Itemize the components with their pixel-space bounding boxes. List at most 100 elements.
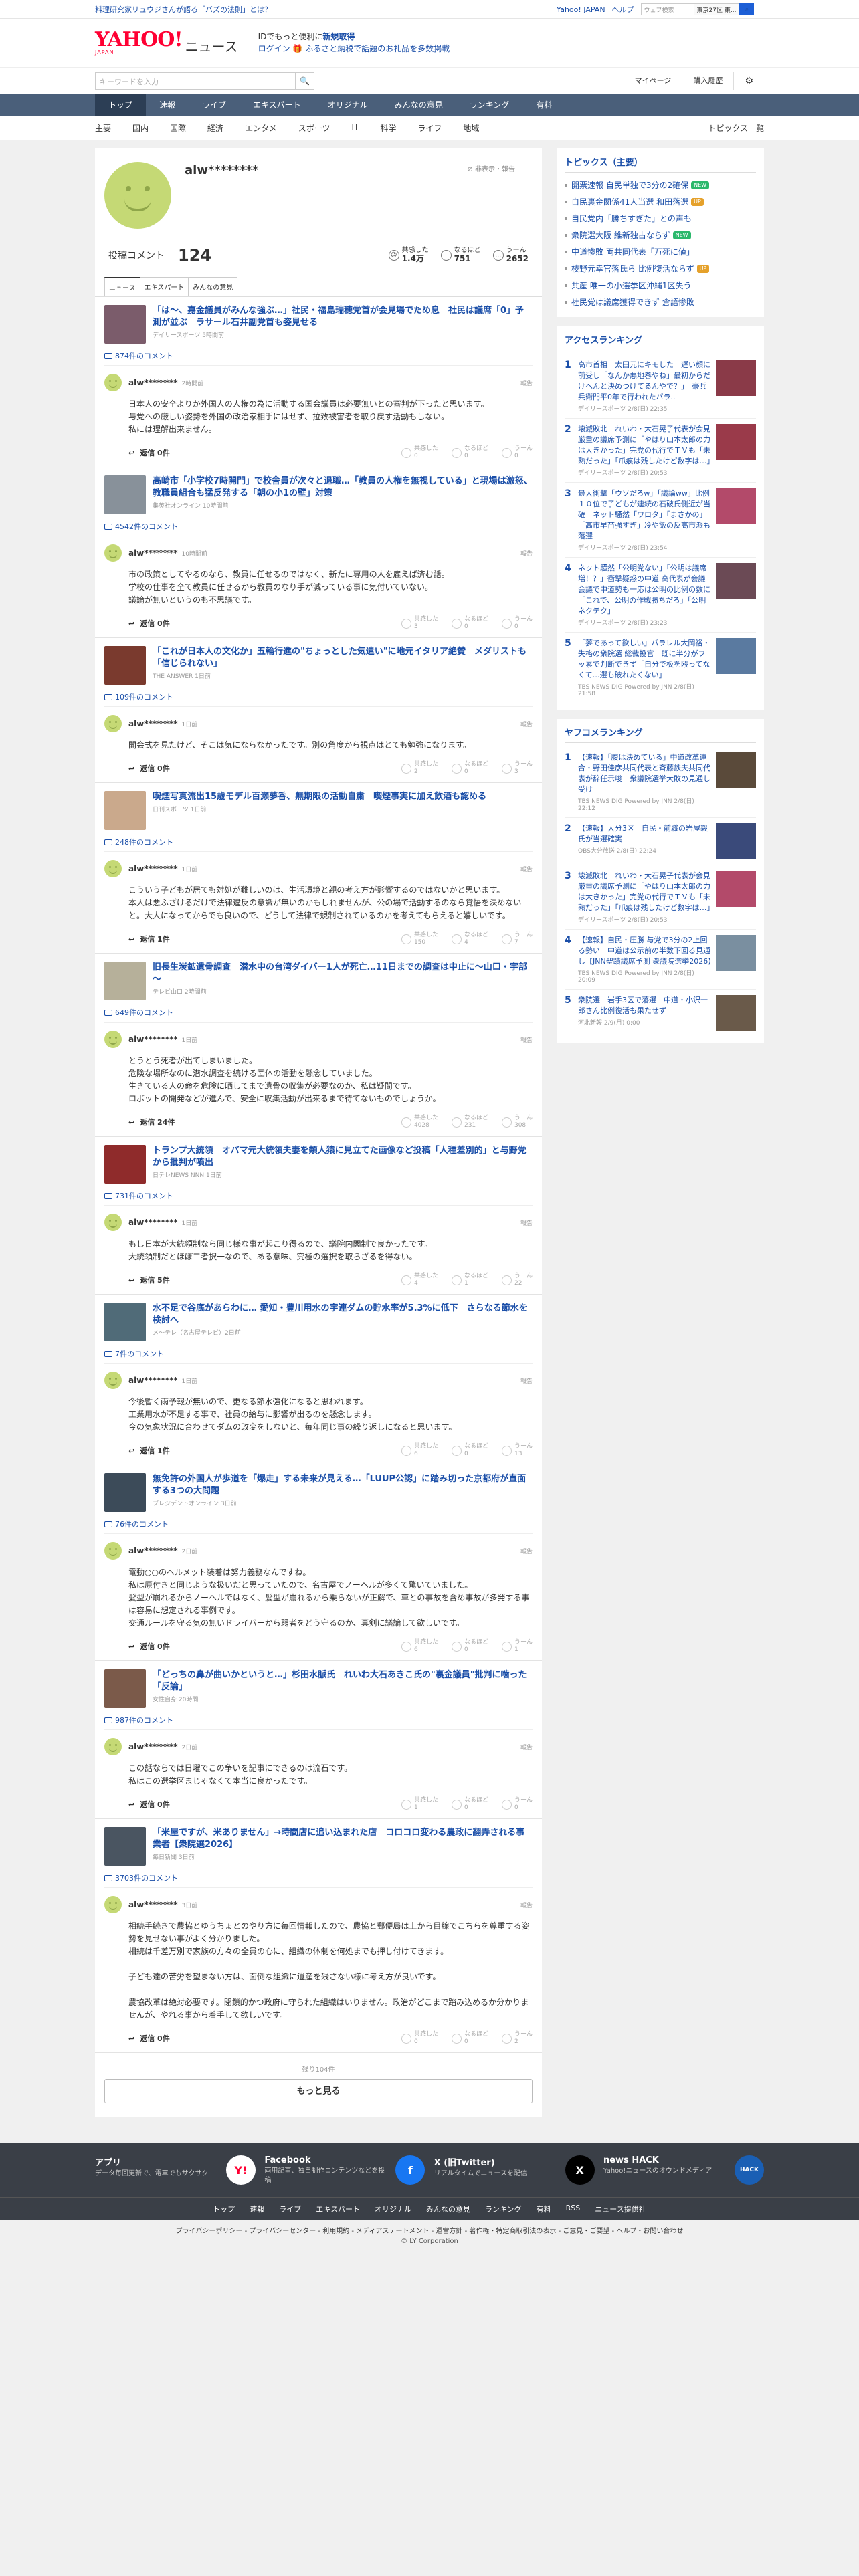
promo-link[interactable]: 料理研究家リュウジさんが語る「バズの法則」とは？ bbox=[95, 4, 272, 15]
naruhodo-button[interactable]: なるほど 0 bbox=[451, 1443, 488, 1458]
nav-item-6[interactable]: ランキング bbox=[456, 94, 523, 116]
location-select[interactable]: 東京27区 東... bbox=[694, 3, 740, 15]
comment-count-link[interactable]: 731件のコメント bbox=[104, 1190, 533, 1201]
mypage-button[interactable]: マイページ bbox=[623, 72, 682, 90]
comment-count-link[interactable]: 987件のコメント bbox=[104, 1715, 533, 1725]
comment-count-link[interactable]: 4542件のコメント bbox=[104, 521, 533, 532]
report-link[interactable]: 報告 bbox=[520, 1218, 533, 1227]
report-link[interactable]: 報告 bbox=[520, 1035, 533, 1044]
ranking-item[interactable]: 4 【速報】自民・圧勝 与党で3分の2上回る勢い 中道は公示前の半数下回る見通し【… bbox=[565, 930, 756, 990]
rank-title[interactable]: 壊滅敗北 れいわ・大石晃子代表が会見 厳重の議席予測に「やはり山本太郎の力は大き… bbox=[578, 424, 718, 467]
comment-count-link[interactable]: 649件のコメント bbox=[104, 1007, 533, 1018]
ranking-item[interactable]: 5 衆院選 岩手3区で落選 中道・小沢一郎さん比例復活も果たせず 河北新報 2/9(… bbox=[565, 990, 756, 1037]
ranking-item[interactable]: 1 【速報】「腹は決めている」中道改革連合・野田佳彦共同代表と斉藤鉄夫共同代表が辞… bbox=[565, 747, 756, 818]
footer-nav-item[interactable]: 有料 bbox=[537, 2204, 551, 2214]
article-title[interactable]: 「どっちの鼻が曲いかというと…」杉田水脈氏 れいわ大石あきこ氏の"裏金議員"批判… bbox=[153, 1669, 533, 1693]
naruhodo-button[interactable]: なるほど 0 bbox=[451, 616, 488, 631]
rank-title[interactable]: 「夢であって欲しい」パラレル大岡裕・失格の衆院選 総裁投官 既に半分がフッ素で判… bbox=[578, 638, 712, 681]
rank-title[interactable]: 衆院選 岩手3区で落選 中道・小沢一郎さん比例復活も果たせず bbox=[578, 995, 712, 1016]
article-title[interactable]: 無免許の外国人が歩道を「爆走」する未来が見える…「LUUP公認」に踏み切った京都… bbox=[153, 1473, 533, 1497]
footer-nav-item[interactable]: ライブ bbox=[279, 2204, 301, 2214]
rank-title[interactable]: 壊滅敗北 れいわ・大石晃子代表が会見 厳重の議席予測に「やはり山本太郎の力は大き… bbox=[578, 871, 718, 914]
empathy-button[interactable]: 共感した 0 bbox=[401, 2031, 438, 2046]
footer-nav-item[interactable]: エキスパート bbox=[316, 2204, 360, 2214]
article-title[interactable]: 旧長生炭鉱遺骨調査 潜水中の台湾ダイバー1人が死亡…11日までの調査は中止に～山… bbox=[153, 962, 533, 986]
uun-button[interactable]: うーん 0 bbox=[501, 1797, 533, 1812]
article-title[interactable]: 水不足で谷底があらわに… 愛知・豊川用水の宇連ダムの貯水率が5.3%に低下 さら… bbox=[153, 1303, 533, 1327]
web-search-input[interactable]: ウェブ検索 bbox=[640, 3, 694, 15]
rank-thumbnail[interactable] bbox=[716, 638, 756, 674]
ranking-item[interactable]: 2 【速報】大分3区 自民・前職の岩屋毅氏が当選確実 OBS大分放送 2/8(日) … bbox=[565, 818, 756, 865]
reply-button[interactable]: ↩ 返信 1件 bbox=[128, 934, 170, 944]
ranking-item[interactable]: 1 高市首相 太田元にキモした 遅い顔に前受し「なんか悪地巻やね」最初からだけへん… bbox=[565, 354, 756, 419]
reply-button[interactable]: ↩ 返信 0件 bbox=[128, 447, 170, 458]
uun-button[interactable]: うーん 2 bbox=[501, 2031, 533, 2046]
article-link[interactable]: 「これが日本人の文化か」五輪行進の"ちょっとした気遣い"に地元イタリア絶賛 メダ… bbox=[104, 646, 533, 685]
footer-app-3[interactable]: news HACK Yahoo!ニュースのオウンドメディア HACK bbox=[603, 2155, 764, 2185]
yahoo-logo[interactable]: YAHOO! JAPAN ニュース bbox=[95, 30, 238, 56]
article-title[interactable]: 「は〜、嘉金議員がみんな強ぶ…」社民・福島瑞穂党首が会見場でため息 社民は議席「… bbox=[153, 305, 533, 329]
comment-count-link[interactable]: 7件のコメント bbox=[104, 1348, 533, 1359]
naruhodo-button[interactable]: なるほど 0 bbox=[451, 1797, 488, 1812]
nav-item-4[interactable]: オリジナル bbox=[314, 94, 381, 116]
article-link[interactable]: 喫煙写真流出15歳モデル百瀬夢香、無期限の活動自粛 喫煙事実に加え飲酒も認める日… bbox=[104, 791, 533, 830]
topic-item[interactable]: 中道惨敗 両共同代表「万死に値」 bbox=[565, 243, 756, 260]
rank-thumbnail[interactable] bbox=[716, 823, 756, 859]
topic-item[interactable]: 開票速報 自民単独で3分の2確保 NEW bbox=[565, 177, 756, 193]
nav-item-2[interactable]: ライブ bbox=[189, 94, 240, 116]
history-button[interactable]: 購入履歴 bbox=[682, 72, 733, 90]
login-link[interactable]: ログイン bbox=[258, 44, 290, 53]
article-thumbnail[interactable] bbox=[104, 1669, 146, 1708]
subnav-item-5[interactable]: スポーツ bbox=[288, 122, 341, 134]
article-title[interactable]: トランプ大統領 オバマ元大統領夫妻を類人猿に見立てた画像など投稿「人種差別的」と… bbox=[153, 1145, 533, 1169]
article-link[interactable]: 「米屋ですが、米ありません」→時間店に追い込まれた店 コロコロ変わる農政に翻弄さ… bbox=[104, 1827, 533, 1866]
tab-news[interactable]: ニュース bbox=[104, 277, 140, 296]
uun-button[interactable]: うーん 1 bbox=[501, 1639, 533, 1654]
uun-button[interactable]: うーん 7 bbox=[501, 932, 533, 946]
signup-link[interactable]: 新規取得 bbox=[322, 32, 355, 41]
subnav-item-7[interactable]: 科学 bbox=[369, 122, 407, 134]
rank-title[interactable]: 【速報】「腹は決めている」中道改革連合・野田佳彦共同代表と斉藤鉄夫共同代表が辞任… bbox=[578, 752, 712, 795]
topic-item[interactable]: 自民裏金関係41人当選 和田落選 UP bbox=[565, 193, 756, 210]
comment-count-link[interactable]: 248件のコメント bbox=[104, 837, 533, 847]
article-title[interactable]: 「これが日本人の文化か」五輪行進の"ちょっとした気遣い"に地元イタリア絶賛 メダ… bbox=[153, 646, 533, 670]
footer-links[interactable]: プライバシーポリシー - プライバシーセンター - 利用規約 - メディアステー… bbox=[0, 2220, 859, 2238]
article-thumbnail[interactable] bbox=[104, 962, 146, 1000]
subnav-item-1[interactable]: 国内 bbox=[122, 122, 159, 134]
rank-title[interactable]: 【速報】自民・圧勝 与党で3分の2上回る勢い 中道は公示前の半数下回る見通し【J… bbox=[578, 935, 715, 967]
footer-nav-item[interactable]: トップ bbox=[213, 2204, 235, 2214]
topics-list-link[interactable]: トピックス一覧 bbox=[708, 122, 764, 134]
reply-button[interactable]: ↩ 返信 1件 bbox=[128, 1445, 170, 1456]
report-link[interactable]: 報告 bbox=[520, 1901, 533, 1909]
uun-button[interactable]: うーん 13 bbox=[501, 1443, 533, 1458]
settings-button[interactable]: ⚙ bbox=[733, 72, 764, 90]
topic-item[interactable]: 枝野元幸官落氏ら 比例復活ならず UP bbox=[565, 260, 756, 277]
footer-nav-item[interactable]: 速報 bbox=[250, 2204, 264, 2214]
article-link[interactable]: 水不足で谷底があらわに… 愛知・豊川用水の宇連ダムの貯水率が5.3%に低下 さら… bbox=[104, 1303, 533, 1341]
report-link[interactable]: 報告 bbox=[520, 865, 533, 873]
subnav-item-6[interactable]: IT bbox=[341, 122, 369, 134]
naruhodo-button[interactable]: なるほど 4 bbox=[451, 932, 488, 946]
uun-button[interactable]: うーん 22 bbox=[501, 1273, 533, 1287]
empathy-button[interactable]: 共感した 4028 bbox=[401, 1115, 438, 1130]
footer-nav-item[interactable]: ランキング bbox=[485, 2204, 522, 2214]
rank-title[interactable]: 高市首相 太田元にキモした 遅い顔に前受し「なんか悪地巻やね」最初からだけへんと… bbox=[578, 360, 712, 403]
ranking-item[interactable]: 5 「夢であって欲しい」パラレル大岡裕・失格の衆院選 総裁投官 既に半分がフッ素で… bbox=[565, 633, 756, 703]
ranking-item[interactable]: 4 ネット騒然「公明党ない」「公明は議席増！？」衝撃疑惑の中道 高代表が会議会議で… bbox=[565, 558, 756, 633]
rank-thumbnail[interactable] bbox=[716, 563, 756, 599]
reply-button[interactable]: ↩ 返信 0件 bbox=[128, 763, 170, 774]
report-link[interactable]: 報告 bbox=[520, 549, 533, 558]
web-search-button[interactable]: ⌕ bbox=[739, 3, 755, 15]
rank-title[interactable]: ネット騒然「公明党ない」「公明は議席増！？」衝撃疑惑の中道 高代表が会議会議で中… bbox=[578, 563, 712, 617]
footer-app-1[interactable]: Facebook 両用記事、独自制作コンテンツなどを投稿 f bbox=[264, 2155, 425, 2185]
rank-thumbnail[interactable] bbox=[716, 360, 756, 396]
rank-thumbnail[interactable] bbox=[716, 424, 756, 460]
article-thumbnail[interactable] bbox=[104, 1145, 146, 1184]
nav-item-0[interactable]: トップ bbox=[95, 94, 147, 116]
rank-thumbnail[interactable] bbox=[716, 995, 756, 1031]
reply-button[interactable]: ↩ 返信 24件 bbox=[128, 1117, 175, 1128]
uun-button[interactable]: うーん 3 bbox=[501, 761, 533, 776]
keyword-search-button[interactable]: 🔍 bbox=[296, 72, 314, 90]
article-thumbnail[interactable] bbox=[104, 646, 146, 685]
article-title[interactable]: 高崎市「小学校7時開門」で校舎員が次々と退職…「教員の人権を無視している」と現場… bbox=[153, 475, 533, 500]
